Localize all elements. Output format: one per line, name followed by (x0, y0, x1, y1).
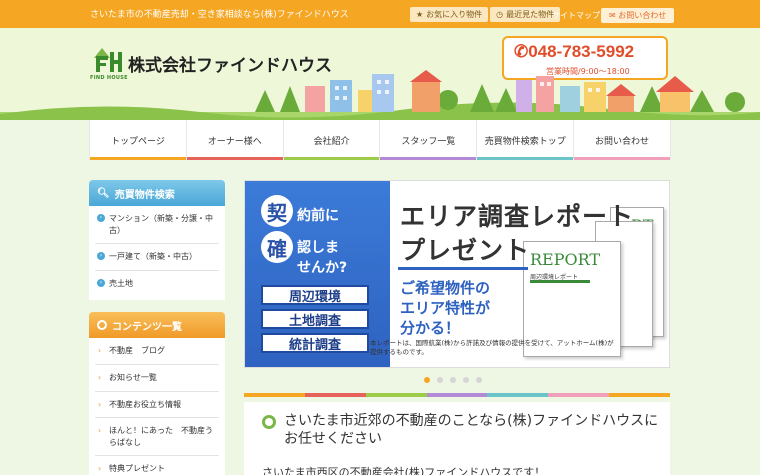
nav-label: オーナー様へ (207, 136, 262, 147)
banner-tag-land: 土地調査 (261, 309, 369, 329)
contact-link[interactable]: ✉ お問い合わせ (601, 8, 675, 23)
mail-icon: ✉ (609, 11, 616, 20)
search-item-1[interactable]: › 一戸建て（新築・中古） (95, 244, 219, 271)
rainbow-segment-3 (426, 393, 488, 397)
contents-item-1[interactable]: › お知らせ一覧 (95, 365, 219, 392)
sidebar-item-label: マンション（新築・分譲・中古） (109, 214, 213, 235)
main-content: さいたま市近郊の不動産のことなら(株)ファインドハウスにお任せください さいたま… (244, 402, 670, 475)
contents-list: › 不動産 ブログ › お知らせ一覧 › 不動産お役立ち情報 › ほんと！にあった 不動産うら… (89, 338, 225, 475)
search-icon: 🔍︎ (97, 187, 110, 199)
contents-item-4[interactable]: › 特典プレゼント (95, 456, 219, 475)
rainbow-segment-1 (304, 393, 366, 397)
rainbow-divider (244, 393, 671, 397)
circle-icon (97, 320, 107, 331)
nav-color-bar (574, 157, 670, 160)
slider-dot-0[interactable] (424, 377, 430, 383)
favorites-link[interactable]: ★ お気に入り物件 (410, 7, 489, 22)
rainbow-segment-0 (244, 393, 305, 397)
report-front-title: REPORT (530, 250, 601, 269)
nav-item-0[interactable]: トップページ (89, 120, 187, 160)
rainbow-segment-6 (609, 393, 671, 397)
sidebar-item-label: 売土地 (109, 278, 133, 288)
nav-color-bar (90, 157, 186, 160)
chevron-right-icon: › (98, 372, 102, 382)
slider-dot-1[interactable] (437, 377, 443, 383)
town-illustration (0, 70, 760, 120)
chevron-right-icon: › (98, 399, 102, 409)
nav-label: お問い合わせ (595, 136, 650, 147)
arrow-circle-icon: › (97, 278, 105, 287)
banner-text-2b: せんか? (297, 260, 348, 276)
report-green-line (530, 280, 590, 283)
sidebar-item-label: 特典プレゼント (109, 464, 165, 474)
nav-label: トップページ (111, 136, 165, 147)
contents-section-header: コンテンツ一覧 (89, 312, 225, 339)
slider-dot-4[interactable] (476, 377, 482, 383)
banner-left-panel: 契 約前に 確 認しま せんか? 周辺環境 土地調査 統計調査 (245, 181, 390, 367)
nav-item-5[interactable]: お問い合わせ (574, 120, 671, 160)
nav-item-4[interactable]: 売買物件検索トップ (477, 120, 575, 160)
banner-title-1: エリア調査レポート (400, 202, 635, 231)
arrow-circle-icon: › (97, 214, 105, 222)
chevron-right-icon: › (98, 464, 102, 474)
sidebar-item-label: お知らせ一覧 (109, 372, 157, 382)
nav-item-3[interactable]: スタッフ一覧 (380, 120, 478, 160)
site-header: FIND HOUSE 株式会社ファインドハウス ✆048-783-5992 営業… (0, 28, 760, 120)
rainbow-segment-5 (548, 393, 610, 397)
main-intro: さいたま市西区の不動産会社(株)ファインドハウスです！ (262, 466, 546, 475)
top-bar: さいたま市の不動産売却・空き家相談なら(株)ファインドハウス ★ お気に入り物件… (0, 0, 760, 28)
banner-text-2a: 認しま (297, 240, 339, 256)
search-item-0[interactable]: › マンション（新築・分譲・中古） (95, 206, 219, 245)
sitemap-link[interactable]: サイトマップ (552, 10, 600, 21)
banner-tag-environment: 周辺環境 (261, 285, 369, 305)
nav-color-bar (283, 157, 380, 160)
kanji-badge-2: 確 (261, 231, 293, 263)
star-icon: ★ (416, 10, 424, 19)
slider-dot-2[interactable] (450, 377, 456, 383)
nav-label: 売買物件検索トップ (484, 136, 566, 147)
clock-icon: ◷ (496, 10, 504, 19)
site-tagline: さいたま市の不動産売却・空き家相談なら(株)ファインドハウス (90, 10, 349, 20)
rainbow-segment-4 (487, 393, 549, 397)
sidebar-item-label: ほんと！にあった 不動産うらばなし (109, 426, 213, 447)
banner-sub-2: エリア特性が (400, 299, 491, 317)
nav-item-1[interactable]: オーナー様へ (186, 120, 284, 160)
sidebar-item-label: 一戸建て（新築・中古） (109, 252, 197, 262)
chevron-right-icon: › (98, 346, 102, 356)
hero-banner[interactable]: 契 約前に 確 認しま せんか? 周辺環境 土地調査 統計調査 RT REPOR… (244, 180, 670, 368)
banner-text-1: 約前に (297, 208, 339, 224)
contents-item-3[interactable]: › ほんと！にあった 不動産うらばなし (95, 418, 219, 457)
kanji-badge-1: 契 (261, 195, 293, 227)
top-links: ★ お気に入り物件 ◷ 最近見た物件 (410, 7, 561, 22)
contents-item-2[interactable]: › 不動産お役立ち情報 (95, 392, 219, 419)
ring-icon (262, 415, 276, 429)
main-heading: さいたま市近郊の不動産のことなら(株)ファインドハウスにお任せください (262, 412, 662, 448)
nav-color-bar (380, 157, 477, 160)
contents-item-0[interactable]: › 不動産 ブログ (95, 338, 219, 365)
sidebar-item-label: 不動産お役立ち情報 (109, 399, 181, 409)
chevron-right-icon: › (98, 426, 102, 436)
banner-underline (398, 267, 528, 270)
nav-item-2[interactable]: 会社紹介 (283, 120, 381, 160)
search-item-2[interactable]: › 売土地 (95, 271, 219, 297)
sidebar-item-label: 不動産 ブログ (109, 346, 165, 356)
slider-dots (424, 377, 482, 383)
slider-dot-3[interactable] (463, 377, 469, 383)
banner-title-2: プレゼント (400, 236, 531, 265)
nav-color-bar (186, 157, 283, 160)
banner-sub-3: 分かる！ (400, 319, 461, 337)
nav-color-bar (477, 157, 574, 160)
search-section-header: 🔍︎ 売買物件検索 (89, 180, 225, 206)
banner-tag-statistics: 統計調査 (261, 333, 369, 353)
rainbow-segment-2 (365, 393, 427, 397)
global-nav: トップページ オーナー様へ 会社紹介 スタッフ一覧 売買物件検索トップ お問い合わせ (89, 120, 671, 160)
nav-label: スタッフ一覧 (401, 136, 456, 147)
sidebar: 🔍︎ 売買物件検索 › マンション（新築・分譲・中古） › 一戸建て（新築・中古） › 売… (89, 180, 225, 475)
nav-label: 会社紹介 (313, 136, 350, 147)
arrow-circle-icon: › (97, 252, 105, 261)
recent-link[interactable]: ◷ 最近見た物件 (490, 7, 561, 22)
banner-note: 本レポートは、国際航業(株)から許諾及び情報の提供を受けて、アットホーム(株)が… (370, 339, 614, 357)
banner-sub-1: ご希望物件の (400, 279, 491, 297)
search-list: › マンション（新築・分譲・中古） › 一戸建て（新築・中古） › 売土地 (89, 206, 225, 301)
